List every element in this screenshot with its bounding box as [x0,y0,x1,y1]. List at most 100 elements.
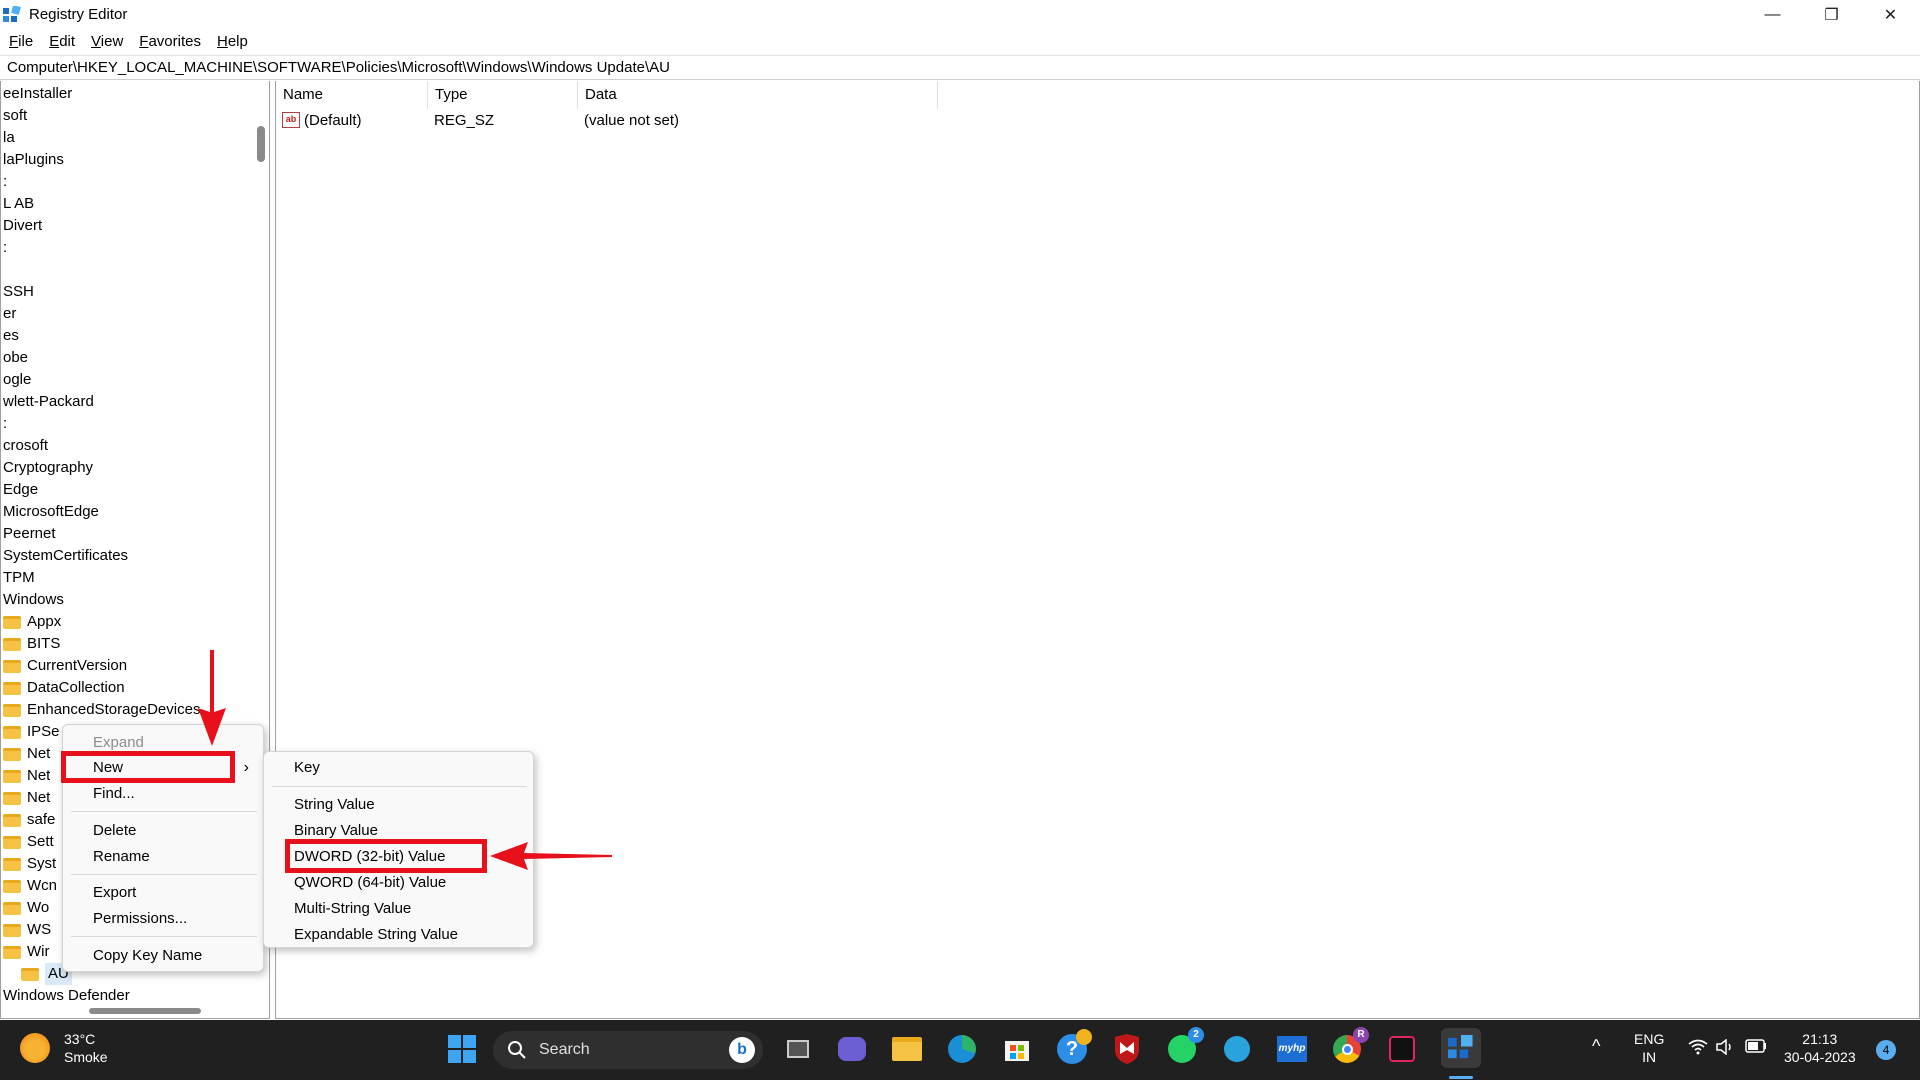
tree-node[interactable]: Windows [3,589,64,611]
tree-node[interactable]: CurrentVersion [3,655,127,677]
clock[interactable]: 21:13 30-04-2023 [1784,1030,1856,1066]
chrome-icon[interactable]: R [1331,1027,1369,1065]
media-app-icon[interactable] [1386,1033,1418,1065]
tree-node[interactable]: IPSe [3,721,60,743]
close-button[interactable]: ✕ [1861,0,1920,29]
tree-node[interactable]: DataCollection [3,677,125,699]
tree-node[interactable]: Sett [3,831,54,853]
tree-node[interactable]: Wir [3,941,50,963]
start-button[interactable] [446,1033,478,1065]
volume-icon[interactable] [1716,1038,1734,1059]
telegram-icon[interactable] [1221,1033,1253,1065]
task-view-icon[interactable] [782,1033,814,1065]
submenu-item-expandable-string-value[interactable]: Expandable String Value [264,923,533,947]
maximize-button[interactable]: ❐ [1802,0,1861,29]
show-hidden-icons-chevron[interactable]: ^ [1592,1037,1600,1055]
menu-item-find[interactable]: Find... [63,782,263,806]
menu-item-permissions[interactable]: Permissions... [63,907,263,931]
tree-node[interactable]: SSH [3,281,34,303]
notification-count-badge[interactable]: 4 [1876,1040,1896,1060]
menu-file[interactable]: File [9,33,33,50]
tree-node[interactable]: la [3,127,15,149]
tree-node-label: Wir [27,943,50,960]
tree-node[interactable]: Cryptography [3,457,93,479]
language-line-2: IN [1642,1049,1657,1065]
menu-item-copy-key-name[interactable]: Copy Key Name [63,944,263,968]
menu-view[interactable]: View [91,33,123,50]
menu-item-delete[interactable]: Delete [63,819,263,843]
menu-help[interactable]: Help [217,33,248,50]
tree-node[interactable]: Net [3,743,50,765]
submenu-item-qword-value[interactable]: QWORD (64-bit) Value [264,871,533,895]
wifi-icon[interactable] [1688,1039,1708,1059]
file-explorer-icon[interactable] [891,1033,923,1065]
menu-item-rename[interactable]: Rename [63,845,263,869]
tree-horizontal-scrollbar-thumb[interactable] [89,1008,201,1014]
submenu-item-multi-string-value[interactable]: Multi-String Value [264,897,533,921]
tree-node[interactable]: wlett-Packard [3,391,94,413]
tree-node[interactable]: EnhancedStorageDevices [3,699,200,721]
myhp-icon[interactable]: myhp [1276,1033,1308,1065]
tree-node[interactable]: crosoft [3,435,48,457]
battery-icon[interactable] [1745,1039,1767,1057]
tree-node[interactable]: obe [3,347,28,369]
tree-node[interactable]: Divert [3,215,42,237]
tree-node[interactable]: : [3,413,7,435]
tree-node[interactable]: L AB [3,193,34,215]
column-header-type[interactable]: Type [428,81,578,109]
tree-node-label: eeInstaller [3,85,73,102]
edge-browser-icon[interactable] [946,1033,978,1065]
taskbar-search-box[interactable]: Search b [493,1031,763,1069]
tree-node-label: CurrentVersion [27,657,128,674]
tree-node[interactable]: eeInstaller [3,83,72,105]
windows-logo-icon [448,1035,476,1063]
tree-node[interactable]: : [3,237,7,259]
tree-vertical-scrollbar-thumb[interactable] [257,126,265,162]
tree-node[interactable]: : [3,171,7,193]
tree-node[interactable]: Peernet [3,523,56,545]
tree-node[interactable]: Edge [3,479,38,501]
tree-node[interactable]: SystemCertificates [3,545,128,567]
tree-node[interactable]: soft [3,105,27,127]
mcafee-icon[interactable] [1111,1033,1143,1065]
minimize-button[interactable]: — [1743,0,1802,29]
teams-chat-icon[interactable] [836,1033,868,1065]
tree-node[interactable]: Wcn [3,875,57,897]
menu-edit[interactable]: Edit [49,33,75,50]
tree-node[interactable]: es [3,325,19,347]
submenu-item-string-value[interactable]: String Value [264,793,533,817]
get-help-icon[interactable]: ? [1056,1029,1092,1065]
microsoft-store-icon[interactable] [1001,1033,1033,1065]
tree-node[interactable]: Syst [3,853,56,875]
language-indicator[interactable]: ENG IN [1634,1030,1664,1066]
tree-node[interactable]: er [3,303,16,325]
tree-node[interactable]: WS [3,919,51,941]
submenu-item-key[interactable]: Key [264,756,533,780]
bing-icon[interactable]: b [729,1037,755,1063]
tree-node[interactable]: BITS [3,633,60,655]
tree-node[interactable]: TPM [3,567,35,589]
tree-node[interactable]: Windows Defender [3,985,130,1007]
value-data: (value not set) [584,112,680,129]
address-bar[interactable]: Computer\HKEY_LOCAL_MACHINE\SOFTWARE\Pol… [0,55,1920,80]
whatsapp-icon[interactable]: 2 [1166,1027,1204,1065]
tree-node[interactable]: Net [3,787,50,809]
column-header-name[interactable]: Name [276,81,428,109]
tree-node[interactable]: laPlugins [3,149,64,171]
tree-node[interactable]: Appx [3,611,61,633]
tree-node[interactable]: MicrosoftEdge [3,501,99,523]
menu-item-export[interactable]: Export [63,881,263,905]
value-row-default[interactable]: ab (Default) REG_SZ (value not set) [276,109,976,133]
left-arrow-annotation [490,842,612,870]
tree-node[interactable]: safe [3,809,55,831]
tree-node[interactable]: ogle [3,369,31,391]
tree-node-label: SystemCertificates [3,547,129,564]
menu-favorites[interactable]: Favorites [139,33,201,50]
tree-node[interactable]: Wo [3,897,49,919]
registry-editor-taskbar-icon[interactable] [1441,1028,1481,1068]
tree-node[interactable]: Net [3,765,50,787]
column-header-data[interactable]: Data [578,81,938,109]
tree-node-label: ogle [3,371,32,388]
weather-widget[interactable]: 33°C Smoke [20,1030,108,1066]
tree-node-label: wlett-Packard [3,393,94,410]
